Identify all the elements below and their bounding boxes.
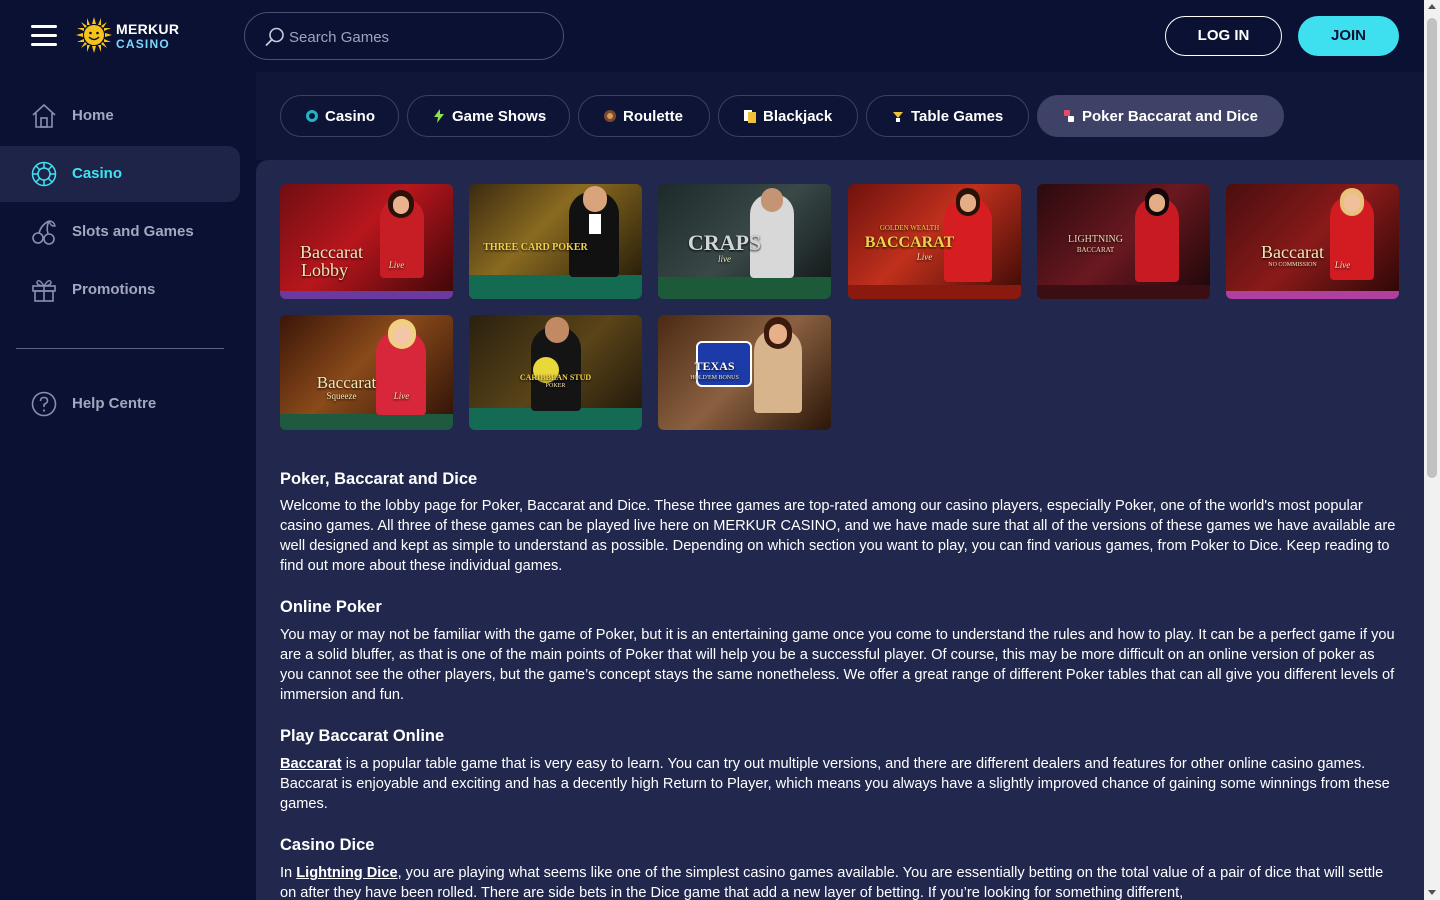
game-title: CARIBBEAN STUD: [519, 373, 592, 382]
cards-icon: [744, 110, 756, 123]
game-title: BACCARAT: [864, 234, 955, 251]
game-tile-texas-holdem-bonus[interactable]: TEXAS HOLD'EM BONUS: [658, 315, 831, 430]
lightning-icon: [434, 109, 444, 123]
sidebar-item-home[interactable]: Home: [0, 88, 240, 144]
logo-text-merkur: MERKUR: [116, 21, 180, 37]
casino-chip-icon: [306, 110, 318, 122]
login-button[interactable]: LOG IN: [1165, 16, 1282, 56]
home-icon: [32, 103, 56, 128]
section-body-prefix: In: [280, 865, 297, 881]
tab-label: Casino: [325, 108, 376, 125]
game-subtitle: HOLD'EM BONUS: [690, 375, 739, 381]
section-body-text: , you are playing what seems like one of…: [280, 865, 1384, 900]
game-tile-baccarat-squeeze[interactable]: Baccarat Squeeze Live: [280, 315, 453, 430]
game-tile-caribbean-stud-poker[interactable]: CARIBBEAN STUD POKER: [469, 315, 642, 430]
scroll-up-arrow-icon[interactable]: [1428, 4, 1436, 9]
game-tile-baccarat-no-commission[interactable]: Baccarat NO COMMISSION Live: [1226, 184, 1399, 299]
join-button[interactable]: JOIN: [1298, 16, 1399, 56]
sidebar-item-label: Casino: [72, 165, 123, 182]
section-heading: Online Poker: [280, 598, 382, 616]
game-subtitle: POKER: [545, 383, 566, 389]
game-subtitle: GOLDEN WEALTH: [879, 224, 940, 232]
scrollbar-thumb[interactable]: [1427, 18, 1437, 478]
game-title: Baccarat: [316, 373, 377, 392]
tab-label: Table Games: [911, 108, 1004, 125]
scroll-down-arrow-icon[interactable]: [1428, 890, 1436, 895]
category-bar: Casino Game Shows Roulette Blackjack Tab…: [256, 72, 1424, 160]
game-tag: Live: [1334, 260, 1351, 270]
sidebar-divider: [16, 348, 224, 349]
logo-text-casino: CASINO: [116, 37, 170, 51]
game-title: THREE CARD POKER: [483, 242, 588, 253]
tab-casino[interactable]: Casino: [280, 95, 399, 137]
help-icon: [31, 391, 57, 417]
page-scrollbar[interactable]: [1424, 0, 1440, 900]
article-section-poker: Online Poker You may or may not be famil…: [280, 598, 1400, 705]
tab-label: Roulette: [623, 108, 683, 125]
sidebar-item-promotions[interactable]: Promotions: [0, 262, 240, 318]
sidebar-item-help[interactable]: Help Centre: [0, 376, 240, 432]
table-games-icon: [893, 112, 903, 122]
game-tile-craps[interactable]: CRAPS live: [658, 184, 831, 299]
game-tile-golden-wealth-baccarat[interactable]: GOLDEN WEALTH BACCARAT Live: [848, 184, 1021, 299]
game-tag: Live: [388, 260, 405, 270]
game-tile-baccarat-lobby[interactable]: Baccarat Lobby Live: [280, 184, 453, 299]
sidebar-item-casino[interactable]: Casino: [0, 146, 240, 202]
main-content: Baccarat Lobby Live THREE CARD POKER CRA…: [256, 160, 1424, 900]
game-title: TEXAS: [694, 359, 735, 373]
lightning-dice-link[interactable]: Lightning Dice: [296, 865, 397, 881]
section-body: Welcome to the lobby page for Poker, Bac…: [280, 498, 1396, 574]
game-title: LIGHTNING: [1068, 234, 1123, 245]
tab-label: Poker Baccarat and Dice: [1082, 108, 1258, 125]
tab-label: Blackjack: [763, 108, 833, 125]
tab-poker-baccarat-dice[interactable]: Poker Baccarat and Dice: [1037, 95, 1284, 137]
merkur-casino-logo[interactable]: MERKUR CASINO: [76, 17, 180, 55]
game-title: CRAPS: [687, 230, 762, 255]
game-tile-three-card-poker[interactable]: THREE CARD POKER: [469, 184, 642, 299]
tab-blackjack[interactable]: Blackjack: [718, 95, 858, 137]
tab-label: Game Shows: [452, 108, 547, 125]
tab-table-games[interactable]: Table Games: [866, 95, 1029, 137]
article-section-intro: Poker, Baccarat and Dice Welcome to the …: [280, 470, 1400, 576]
sidebar-item-label: Slots and Games: [72, 223, 194, 240]
article-section-dice: Casino Dice In Lightning Dice, you are p…: [280, 836, 1400, 900]
baccarat-link[interactable]: Baccarat: [280, 756, 342, 772]
menu-icon[interactable]: [31, 25, 57, 47]
cherries-icon: [32, 220, 56, 245]
game-tag: Live: [393, 391, 410, 401]
roulette-icon: [604, 110, 616, 122]
sidebar-item-label: Home: [72, 107, 114, 124]
game-subtitle: BACCARAT: [1076, 246, 1115, 254]
section-body: You may or may not be familiar with the …: [280, 627, 1395, 703]
section-heading: Poker, Baccarat and Dice: [280, 470, 478, 488]
article-section-baccarat: Play Baccarat Online Baccarat is a popul…: [280, 727, 1400, 814]
dice-icon: [1064, 110, 1074, 122]
casino-chip-icon: [31, 161, 57, 187]
game-tag: Live: [916, 252, 933, 262]
sidebar-item-label: Promotions: [72, 281, 156, 298]
section-body: Baccarat is a popular table game that is…: [280, 754, 1400, 814]
tab-roulette[interactable]: Roulette: [578, 95, 710, 137]
sidebar-item-slots[interactable]: Slots and Games: [0, 204, 240, 260]
sun-logo-icon: [76, 17, 112, 53]
section-heading: Play Baccarat Online: [280, 727, 445, 745]
sidebar-item-label: Help Centre: [72, 395, 157, 412]
top-header: MERKUR CASINO LOG IN JOIN: [0, 0, 1424, 72]
gift-icon: [32, 279, 56, 302]
game-tag: live: [718, 254, 731, 264]
search-bar[interactable]: [244, 12, 564, 60]
section-heading: Casino Dice: [280, 836, 375, 854]
search-input[interactable]: [289, 25, 549, 49]
section-body: In Lightning Dice, you are playing what …: [280, 863, 1400, 900]
tab-game-shows[interactable]: Game Shows: [407, 95, 570, 137]
search-icon: [265, 27, 284, 46]
sidebar: Home Casino Slots and Games Promotions H…: [0, 72, 256, 900]
game-tile-lightning-baccarat[interactable]: LIGHTNING BACCARAT: [1037, 184, 1210, 299]
section-body-text: is a popular table game that is very eas…: [280, 756, 1390, 812]
